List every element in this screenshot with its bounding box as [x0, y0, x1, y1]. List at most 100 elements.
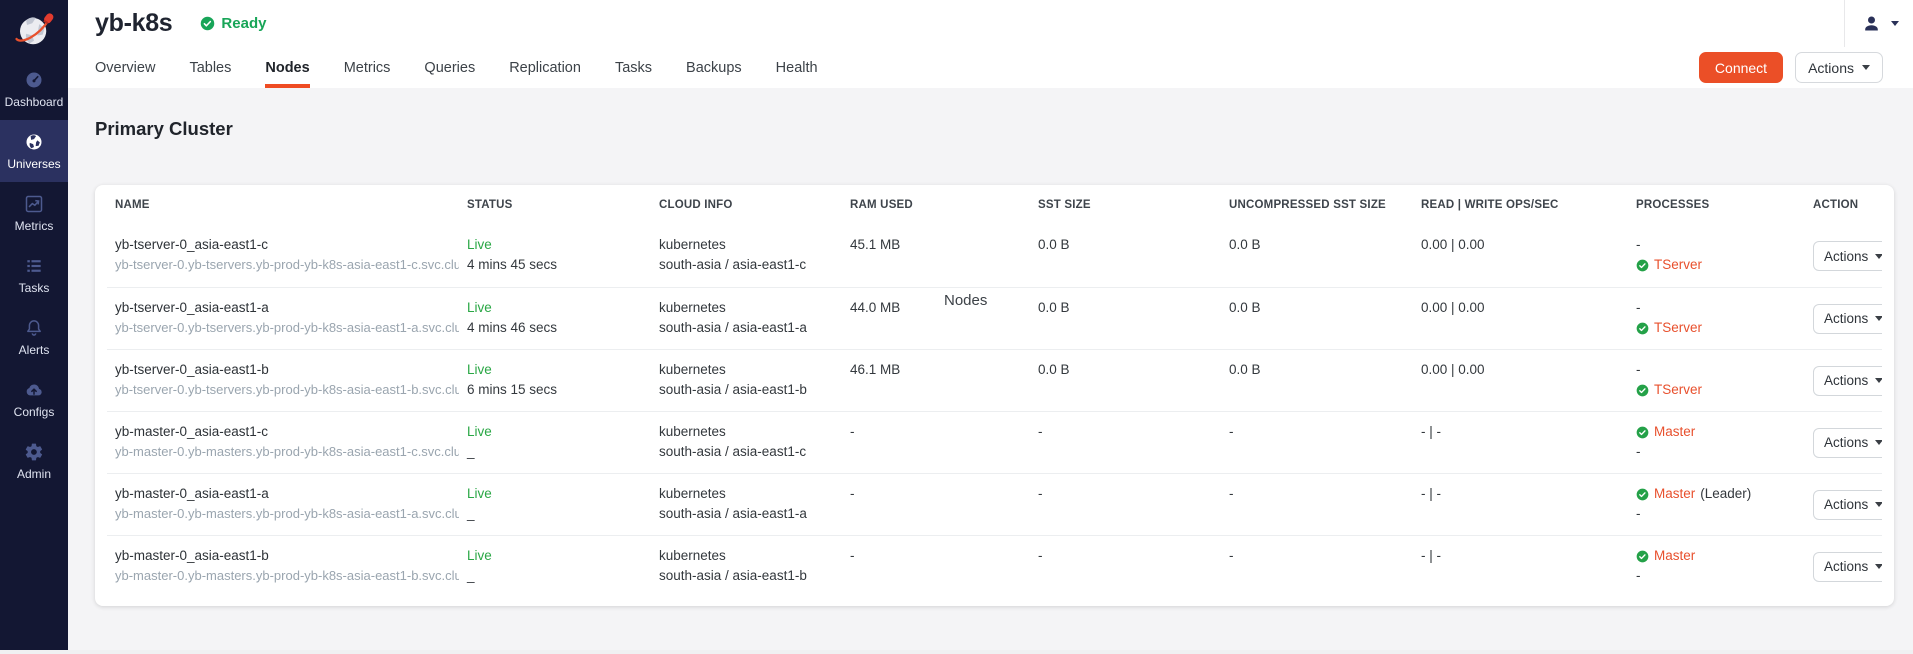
- check-circle-icon: [200, 16, 215, 31]
- check-circle-icon: [1636, 384, 1649, 397]
- node-region: south-asia / asia-east1-c: [659, 442, 834, 462]
- sst-size-cell: -: [1030, 412, 1221, 473]
- table-row: yb-tserver-0_asia-east1-a yb-tserver-0.y…: [107, 287, 1882, 349]
- process-name: -: [1636, 360, 1641, 380]
- node-uptime: 4 mins 45 secs: [467, 255, 643, 275]
- sidebar-item-alerts[interactable]: Alerts: [0, 306, 68, 368]
- sidebar-item-tasks[interactable]: Tasks: [0, 244, 68, 306]
- universes-globe-icon: [24, 132, 44, 152]
- node-actions-button[interactable]: Actions: [1813, 241, 1882, 271]
- tab-nodes[interactable]: Nodes: [265, 47, 309, 88]
- sidebar-item-label: Metrics: [15, 219, 54, 233]
- process-line-1: Master: [1636, 422, 1797, 442]
- process-line-2: -: [1636, 442, 1797, 462]
- action-cell: Actions: [1805, 536, 1882, 597]
- process-name: -: [1636, 442, 1641, 462]
- processes-cell: - TServer: [1628, 350, 1805, 411]
- node-actions-label: Actions: [1824, 249, 1868, 264]
- node-actions-button[interactable]: Actions: [1813, 490, 1882, 520]
- col-header-processes: PROCESSES: [1628, 199, 1805, 211]
- node-actions-button[interactable]: Actions: [1813, 428, 1882, 458]
- sidebar-item-configs[interactable]: Configs: [0, 368, 68, 430]
- process-name: -: [1636, 235, 1641, 255]
- check-circle-icon: [1636, 488, 1649, 501]
- chevron-down-icon: [1891, 21, 1899, 26]
- admin-gear-icon: [24, 442, 44, 462]
- chevron-down-icon: [1875, 564, 1882, 569]
- table-body: yb-tserver-0_asia-east1-c yb-tserver-0.y…: [107, 225, 1882, 597]
- check-circle-icon: [1636, 426, 1649, 439]
- col-header-name: NAME: [107, 199, 459, 211]
- ram-used-cell: -: [842, 474, 1030, 535]
- toolbar-buttons: Connect Actions: [1699, 47, 1913, 88]
- node-name: yb-master-0_asia-east1-b: [115, 546, 451, 566]
- node-name-cell: yb-master-0_asia-east1-a yb-master-0.yb-…: [107, 474, 459, 535]
- table-header-row: NAME STATUS CLOUD INFO RAM USED SST SIZE…: [107, 185, 1882, 225]
- process-line-1: -: [1636, 360, 1797, 380]
- node-uptime: 4 mins 46 secs: [467, 318, 643, 338]
- node-name-cell: yb-master-0_asia-east1-b yb-master-0.yb-…: [107, 536, 459, 597]
- main-content: Primary Cluster NAME STATUS CLOUD INFO R…: [68, 88, 1913, 654]
- node-name: yb-master-0_asia-east1-c: [115, 422, 451, 442]
- tab-metrics[interactable]: Metrics: [344, 47, 391, 88]
- read-write-ops-cell: - | -: [1413, 412, 1628, 473]
- uncompressed-sst-size-cell: 0.0 B: [1221, 225, 1413, 287]
- universe-status-text: Ready: [221, 15, 266, 32]
- node-actions-button[interactable]: Actions: [1813, 366, 1882, 396]
- universe-actions-label: Actions: [1808, 60, 1854, 76]
- connect-button[interactable]: Connect: [1699, 52, 1783, 83]
- globe-rocket-logo-icon: [13, 11, 55, 53]
- node-actions-label: Actions: [1824, 373, 1868, 388]
- process-name: Master: [1654, 484, 1695, 504]
- tab-health[interactable]: Health: [776, 47, 818, 88]
- node-actions-label: Actions: [1824, 559, 1868, 574]
- universe-actions-button[interactable]: Actions: [1795, 52, 1883, 83]
- uncompressed-sst-size-cell: -: [1221, 412, 1413, 473]
- cloud-info-cell: kubernetes south-asia / asia-east1-c: [651, 412, 842, 473]
- tab-queries[interactable]: Queries: [424, 47, 475, 88]
- process-leader-suffix: (Leader): [1700, 484, 1751, 504]
- table-row: yb-tserver-0_asia-east1-c yb-tserver-0.y…: [107, 225, 1882, 287]
- bottom-strip: [0, 650, 1913, 654]
- col-header-uncompressed-sst-size: UNCOMPRESSED SST SIZE: [1221, 199, 1413, 211]
- process-name: Master: [1654, 546, 1695, 566]
- node-name-cell: yb-master-0_asia-east1-c yb-master-0.yb-…: [107, 412, 459, 473]
- node-provider: kubernetes: [659, 298, 834, 318]
- node-actions-button[interactable]: Actions: [1813, 552, 1882, 582]
- universe-title: yb-k8s: [95, 9, 172, 38]
- yugabyte-logo[interactable]: [0, 0, 68, 58]
- ram-used-cell: 46.1 MB: [842, 350, 1030, 411]
- user-menu[interactable]: [1844, 0, 1913, 47]
- sidebar-item-dashboard[interactable]: Dashboard: [0, 58, 68, 120]
- node-actions-button[interactable]: Actions: [1813, 304, 1882, 334]
- read-write-ops-cell: - | -: [1413, 536, 1628, 597]
- sidebar-item-universes[interactable]: Universes: [0, 120, 68, 182]
- universe-tabs: Overview Tables Nodes Metrics Queries Re…: [68, 47, 1913, 88]
- table-row: yb-master-0_asia-east1-b yb-master-0.yb-…: [107, 535, 1882, 597]
- chevron-down-icon: [1875, 378, 1882, 383]
- title-row: yb-k8s Ready: [68, 0, 1913, 47]
- tab-backups[interactable]: Backups: [686, 47, 742, 88]
- sidebar-item-metrics[interactable]: Metrics: [0, 182, 68, 244]
- tab-tables[interactable]: Tables: [189, 47, 231, 88]
- sidebar-item-label: Alerts: [19, 343, 50, 357]
- universe-status-badge: Ready: [200, 15, 266, 32]
- node-status-cell: Live 6 mins 15 secs: [459, 350, 651, 411]
- col-header-status: STATUS: [459, 199, 651, 211]
- tab-overview[interactable]: Overview: [95, 47, 155, 88]
- processes-cell: Master -: [1628, 536, 1805, 597]
- node-status: Live: [467, 235, 643, 255]
- read-write-ops-cell: 0.00 | 0.00: [1413, 288, 1628, 349]
- chevron-down-icon: [1875, 502, 1882, 507]
- sidebar-item-admin[interactable]: Admin: [0, 430, 68, 492]
- tab-replication[interactable]: Replication: [509, 47, 581, 88]
- check-circle-icon: [1636, 550, 1649, 563]
- check-circle-icon: [1636, 322, 1649, 335]
- process-line-2: TServer: [1636, 255, 1797, 275]
- process-name: -: [1636, 566, 1641, 586]
- table-row: yb-tserver-0_asia-east1-b yb-tserver-0.y…: [107, 349, 1882, 411]
- node-name-cell: yb-tserver-0_asia-east1-a yb-tserver-0.y…: [107, 288, 459, 349]
- node-name: yb-tserver-0_asia-east1-a: [115, 298, 451, 318]
- process-line-1: Master (Leader): [1636, 484, 1797, 504]
- tab-tasks[interactable]: Tasks: [615, 47, 652, 88]
